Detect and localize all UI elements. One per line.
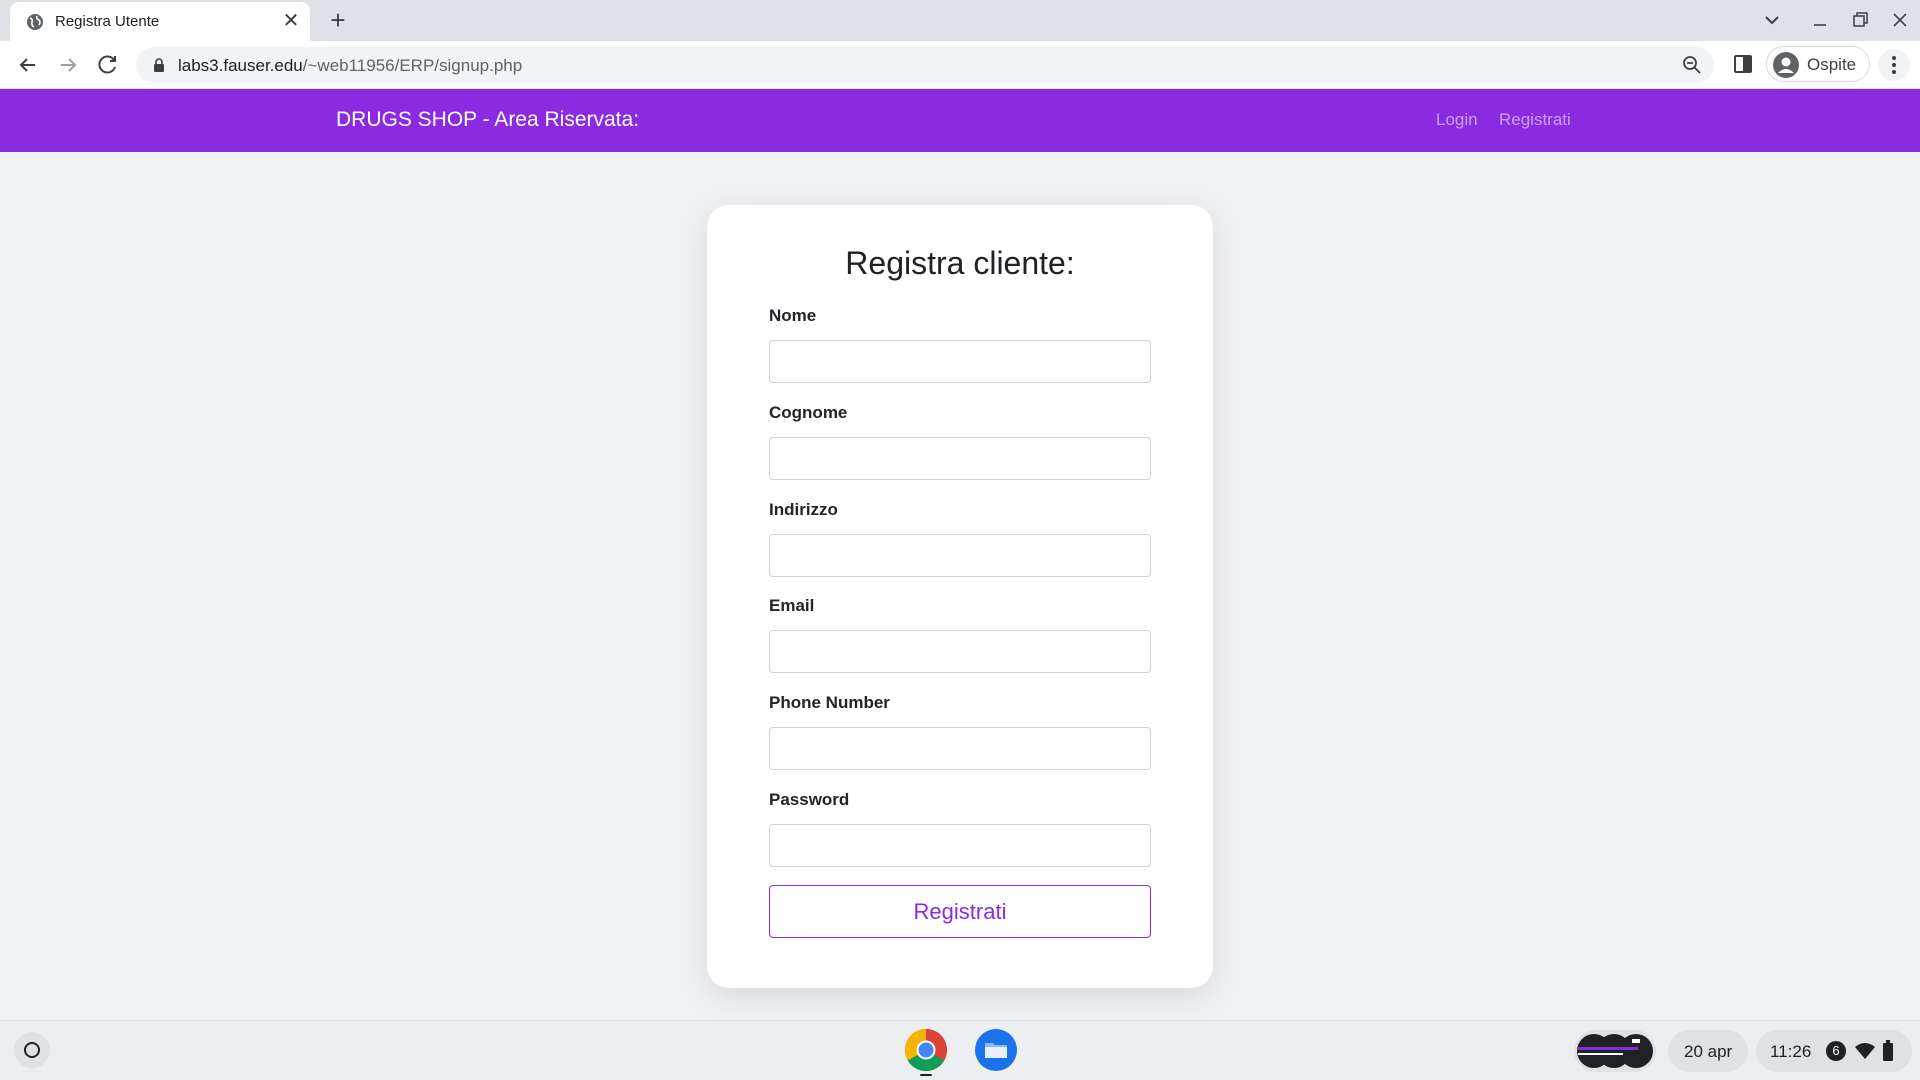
holding-space-tray[interactable] xyxy=(1574,1030,1656,1072)
signup-card: Registra cliente: Nome Cognome Indirizzo… xyxy=(707,205,1213,988)
browser-toolbar: labs3.fauser.edu/~web11956/ERP/signup.ph… xyxy=(0,41,1920,89)
close-window-icon[interactable] xyxy=(1888,8,1912,32)
restore-icon[interactable] xyxy=(1848,8,1872,32)
site-navbar: DRUGS SHOP - Area Riservata: Login Regis… xyxy=(0,89,1920,152)
label-cognome: Cognome xyxy=(769,403,848,422)
url-text[interactable]: labs3.fauser.edu/~web11956/ERP/signup.ph… xyxy=(178,56,522,76)
lock-icon[interactable] xyxy=(152,58,166,72)
nav-link-registrati[interactable]: Registrati xyxy=(1499,110,1571,130)
profile-button[interactable]: Ospite xyxy=(1766,46,1870,82)
files-folder-icon[interactable] xyxy=(974,1028,1018,1072)
zoom-icon[interactable] xyxy=(1682,55,1702,75)
launcher-button[interactable] xyxy=(14,1032,50,1068)
battery-icon xyxy=(1883,1040,1893,1061)
label-password: Password xyxy=(769,790,850,809)
input-indirizzo[interactable] xyxy=(769,534,1151,577)
form-title: Registra cliente: xyxy=(845,245,1075,281)
date-text: 20 apr xyxy=(1684,1042,1733,1061)
new-tab-button[interactable]: + xyxy=(325,7,351,33)
label-indirizzo: Indirizzo xyxy=(769,500,838,519)
input-cognome[interactable] xyxy=(769,437,1151,480)
browser-tabstrip: Registra Utente ✕ + xyxy=(0,0,1920,41)
profile-label: Ospite xyxy=(1807,55,1857,74)
wifi-icon xyxy=(1855,1043,1875,1059)
label-phone-number: Phone Number xyxy=(769,693,890,712)
holding-space-thumbnails-icon xyxy=(1577,1034,1653,1068)
input-password[interactable] xyxy=(769,824,1151,867)
url-path: /~web11956/ERP/signup.php xyxy=(302,56,523,75)
input-nome[interactable] xyxy=(769,340,1151,383)
tab-search-chevron-icon[interactable] xyxy=(1760,8,1784,32)
avatar-icon xyxy=(1773,52,1799,78)
side-panel-icon[interactable] xyxy=(1732,53,1754,75)
clock-text: 11:26 xyxy=(1770,1042,1812,1061)
input-email[interactable] xyxy=(769,630,1151,673)
label-nome: Nome xyxy=(769,306,817,325)
forward-arrow-icon[interactable] xyxy=(54,51,82,79)
chrome-icon[interactable] xyxy=(904,1028,948,1072)
globe-icon xyxy=(27,14,43,30)
reload-icon[interactable] xyxy=(94,51,122,79)
os-shelf: 20 apr 11:26 6 xyxy=(0,1020,1920,1080)
tab-title: Registra Utente xyxy=(55,13,160,30)
launcher-circle-icon xyxy=(24,1042,40,1058)
notification-count-badge: 6 xyxy=(1826,1041,1846,1061)
address-bar[interactable]: labs3.fauser.edu/~web11956/ERP/signup.ph… xyxy=(136,47,1714,83)
minimize-icon[interactable] xyxy=(1808,8,1832,32)
input-phone-number[interactable] xyxy=(769,727,1151,770)
browser-tab-active[interactable]: Registra Utente ✕ xyxy=(10,2,310,41)
date-tray[interactable]: 20 apr xyxy=(1668,1030,1748,1072)
label-email: Email xyxy=(769,596,815,615)
tab-close-icon[interactable]: ✕ xyxy=(280,10,302,32)
nav-link-login[interactable]: Login xyxy=(1436,110,1478,130)
url-host: labs3.fauser.edu xyxy=(178,56,303,75)
browser-menu-button[interactable] xyxy=(1878,49,1910,81)
running-indicator xyxy=(920,1074,932,1076)
site-brand[interactable]: DRUGS SHOP - Area Riservata: xyxy=(336,108,639,132)
registrati-submit-button[interactable]: Registrati xyxy=(769,885,1151,938)
more-vert-icon xyxy=(1892,56,1896,74)
back-arrow-icon[interactable] xyxy=(14,51,42,79)
